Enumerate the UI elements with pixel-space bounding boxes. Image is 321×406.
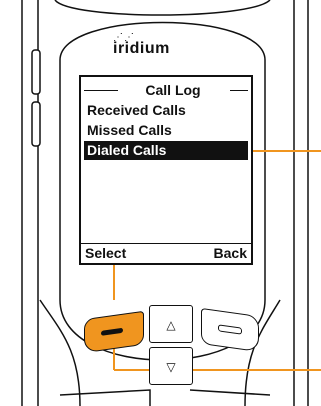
nav-up-button[interactable]: △ xyxy=(149,305,193,343)
screen-title: Call Log xyxy=(145,82,201,98)
softkey-back-label: Back xyxy=(213,245,247,261)
menu-item-missed-calls[interactable]: Missed Calls xyxy=(84,121,248,140)
nav-down-button[interactable]: ▽ xyxy=(149,347,193,385)
screen-header: Call Log xyxy=(81,81,251,99)
left-softkey-icon xyxy=(101,327,123,336)
menu-item-dialed-calls[interactable]: Dialed Calls xyxy=(84,141,248,160)
phone-screen: Call Log Received Calls Missed Calls Dia… xyxy=(79,75,253,265)
menu-item-received-calls[interactable]: Received Calls xyxy=(84,101,248,120)
phone-device: ⋰⋰ iridium Call Log Received Calls Misse… xyxy=(0,0,321,406)
brand-name: iridium xyxy=(113,40,170,57)
right-softkey-icon xyxy=(218,324,242,335)
softkey-select-label: Select xyxy=(85,245,127,261)
